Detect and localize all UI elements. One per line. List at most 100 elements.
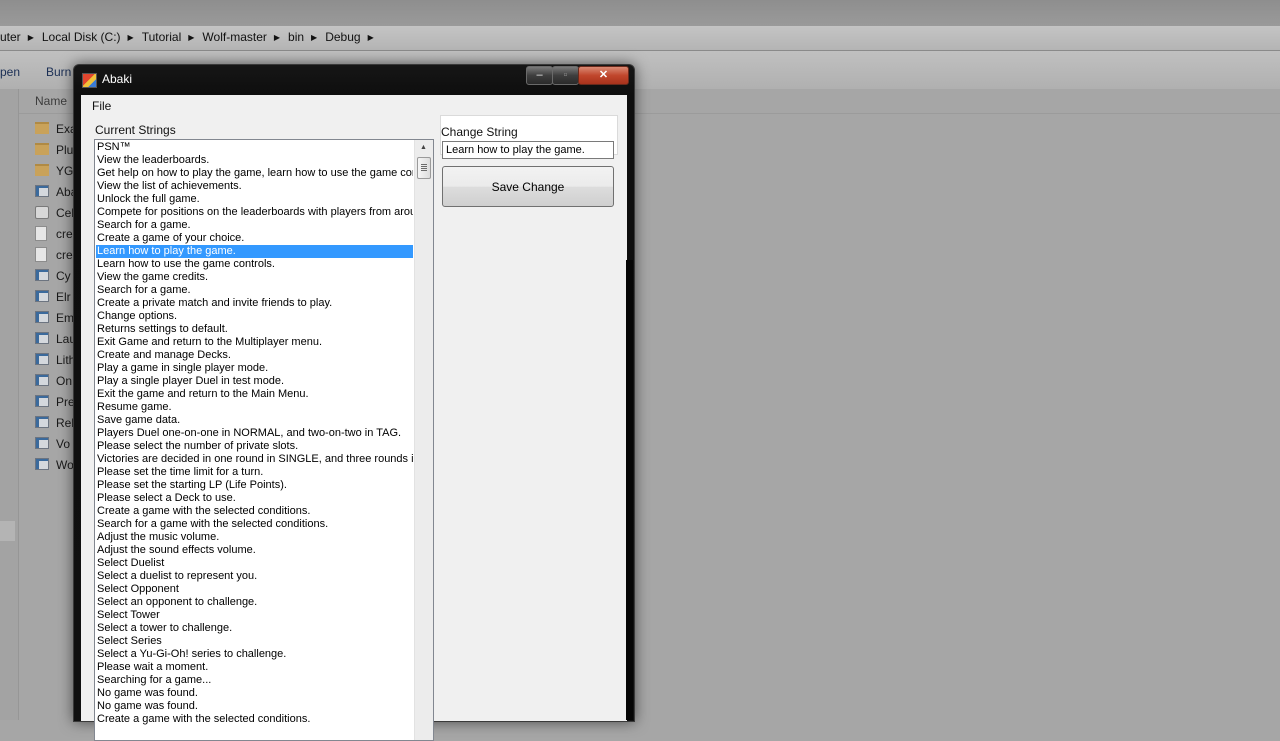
list-item[interactable]: Select Tower: [96, 609, 413, 622]
list-item[interactable]: Play a game in single player mode.: [96, 362, 413, 375]
list-item[interactable]: View the list of achievements.: [96, 180, 413, 193]
breadcrumb-arrow-icon[interactable]: ▶: [128, 33, 134, 42]
file-name: Cel: [56, 206, 75, 220]
list-item[interactable]: Search for a game with the selected cond…: [96, 518, 413, 531]
vertical-scrollbar[interactable]: ▲: [414, 140, 433, 740]
list-item[interactable]: View the leaderboards.: [96, 154, 413, 167]
folder-icon: [35, 122, 49, 134]
list-item[interactable]: Compete for positions on the leaderboard…: [96, 206, 413, 219]
list-item[interactable]: Select a tower to challenge.: [96, 622, 413, 635]
file-name: Cy: [56, 269, 71, 283]
list-item[interactable]: Select an opponent to challenge.: [96, 596, 413, 609]
breadcrumb-tutorial[interactable]: Tutorial: [142, 30, 182, 44]
close-icon: ✕: [598, 69, 609, 81]
list-item[interactable]: No game was found.: [96, 687, 413, 700]
toolbar-open-button[interactable]: pen: [0, 65, 20, 79]
toolbar-burn-button[interactable]: Burn: [46, 65, 71, 79]
list-item[interactable]: Create a game of your choice.: [96, 232, 413, 245]
file-name: cre: [56, 248, 73, 262]
list-item[interactable]: Please set the time limit for a turn.: [96, 466, 413, 479]
application-icon: [35, 374, 49, 386]
application-icon: [35, 416, 49, 428]
breadcrumb-computer[interactable]: uter: [0, 30, 21, 44]
maximize-icon: ▫: [563, 69, 568, 81]
list-item-selected[interactable]: Learn how to play the game.: [96, 245, 413, 258]
list-item[interactable]: Select Series: [96, 635, 413, 648]
list-item[interactable]: Select a Yu-Gi-Oh! series to challenge.: [96, 648, 413, 661]
minimize-button[interactable]: –: [526, 66, 553, 85]
breadcrumb-arrow-icon[interactable]: ▶: [274, 33, 280, 42]
list-item[interactable]: Learn how to use the game controls.: [96, 258, 413, 271]
list-item[interactable]: Create a private match and invite friend…: [96, 297, 413, 310]
breadcrumb-wolf-master[interactable]: Wolf-master: [202, 30, 266, 44]
file-name: Pre: [56, 395, 75, 409]
explorer-titlebar: [0, 0, 1280, 26]
scroll-thumb[interactable]: [417, 157, 431, 179]
list-item[interactable]: Players Duel one-on-one in NORMAL, and t…: [96, 427, 413, 440]
file-name: YG: [56, 164, 74, 178]
document-icon: [35, 226, 47, 241]
list-item[interactable]: Unlock the full game.: [96, 193, 413, 206]
file-name: Wo: [56, 458, 74, 472]
change-string-input[interactable]: [442, 141, 614, 159]
list-item[interactable]: Create a game with the selected conditio…: [96, 505, 413, 518]
list-item[interactable]: Select a duelist to represent you.: [96, 570, 413, 583]
application-icon: [35, 458, 49, 470]
list-item[interactable]: Create and manage Decks.: [96, 349, 413, 362]
column-header-name[interactable]: Name: [35, 94, 67, 108]
application-icon: [35, 353, 49, 365]
list-item[interactable]: Play a single player Duel in test mode.: [96, 375, 413, 388]
list-item[interactable]: Searching for a game...: [96, 674, 413, 687]
list-item[interactable]: Search for a game.: [96, 219, 413, 232]
folder-icon: [35, 164, 49, 176]
breadcrumb-arrow-icon[interactable]: ▶: [311, 33, 317, 42]
list-item[interactable]: Adjust the sound effects volume.: [96, 544, 413, 557]
list-item[interactable]: Change options.: [96, 310, 413, 323]
list-item[interactable]: PSN™: [96, 141, 413, 154]
list-item[interactable]: Exit the game and return to the Main Men…: [96, 388, 413, 401]
list-item[interactable]: Get help on how to play the game, learn …: [96, 167, 413, 180]
breadcrumb-local-disk[interactable]: Local Disk (C:): [42, 30, 121, 44]
list-item[interactable]: Please select the number of private slot…: [96, 440, 413, 453]
explorer-navigation-pane[interactable]: [0, 89, 19, 720]
list-item[interactable]: Please wait a moment.: [96, 661, 413, 674]
change-string-label: Change String: [441, 125, 518, 139]
maximize-button[interactable]: ▫: [552, 66, 579, 85]
save-change-button[interactable]: Save Change: [442, 166, 614, 207]
breadcrumb-arrow-icon[interactable]: ▶: [28, 33, 34, 42]
list-item[interactable]: Resume game.: [96, 401, 413, 414]
list-item[interactable]: Select Opponent: [96, 583, 413, 596]
explorer-address-bar[interactable]: uter ▶ Local Disk (C:) ▶ Tutorial ▶ Wolf-maste…: [0, 26, 1280, 51]
window-controls: – ▫ ✕: [526, 66, 629, 85]
breadcrumb-arrow-icon[interactable]: ▶: [188, 33, 194, 42]
list-item[interactable]: Returns settings to default.: [96, 323, 413, 336]
breadcrumb-arrow-icon[interactable]: ▶: [368, 33, 374, 42]
close-button[interactable]: ✕: [578, 66, 629, 85]
list-item[interactable]: Please set the starting LP (Life Points)…: [96, 479, 413, 492]
list-item[interactable]: Exit Game and return to the Multiplayer …: [96, 336, 413, 349]
application-icon: [35, 269, 49, 281]
navigation-selected-item[interactable]: [0, 521, 15, 541]
application-icon: [35, 437, 49, 449]
current-strings-listbox[interactable]: PSN™ View the leaderboards. Get help on ho…: [94, 139, 434, 741]
menu-file[interactable]: File: [89, 99, 114, 113]
application-icon: [35, 332, 49, 344]
list-item[interactable]: Adjust the music volume.: [96, 531, 413, 544]
list-item[interactable]: Save game data.: [96, 414, 413, 427]
list-item[interactable]: Search for a game.: [96, 284, 413, 297]
list-item[interactable]: Select Duelist: [96, 557, 413, 570]
file-name: Elr: [56, 290, 71, 304]
grip-icon: [421, 164, 427, 171]
list-item[interactable]: Victories are decided in one round in SI…: [96, 453, 413, 466]
breadcrumb-debug[interactable]: Debug: [325, 30, 360, 44]
application-icon: [35, 290, 49, 302]
scroll-up-arrow-icon[interactable]: ▲: [415, 140, 432, 156]
breadcrumb-bin[interactable]: bin: [288, 30, 304, 44]
list-item[interactable]: Please select a Deck to use.: [96, 492, 413, 505]
list-item[interactable]: No game was found.: [96, 700, 413, 713]
minimize-icon: –: [536, 69, 543, 81]
file-name: Rel: [56, 416, 75, 430]
list-item[interactable]: View the game credits.: [96, 271, 413, 284]
document-icon: [35, 247, 47, 262]
strings-list: PSN™ View the leaderboards. Get help on ho…: [96, 141, 413, 726]
